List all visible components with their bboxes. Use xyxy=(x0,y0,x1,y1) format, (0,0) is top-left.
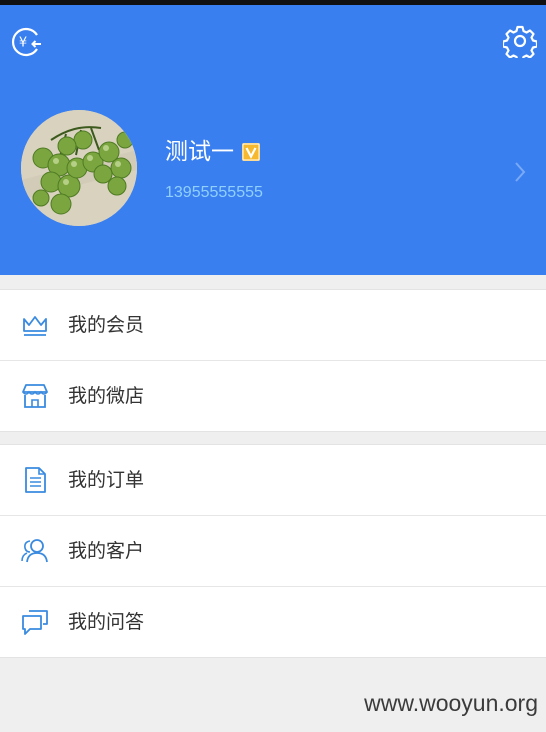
menu-group-1: 我的会员 我的微店 xyxy=(0,289,546,432)
menu-item-label: 我的会员 xyxy=(68,314,145,336)
crown-icon xyxy=(20,311,50,339)
menu-item-label: 我的客户 xyxy=(68,540,145,562)
menu-item-store[interactable]: 我的微店 xyxy=(0,360,546,431)
chevron-right-icon[interactable] xyxy=(512,159,528,185)
chat-icon xyxy=(20,608,50,636)
profile-header: ¥ 测试一 13955555555 xyxy=(0,5,546,275)
menu-item-label: 我的微店 xyxy=(68,385,145,407)
menu-item-orders[interactable]: 我的订单 xyxy=(0,445,546,515)
menu-item-customers[interactable]: 我的客户 xyxy=(0,515,546,586)
users-icon xyxy=(20,537,50,565)
user-phone: 13955555555 xyxy=(165,184,263,201)
menu-item-label: 我的订单 xyxy=(68,469,145,491)
yuan-exchange-icon[interactable]: ¥ xyxy=(10,25,44,59)
document-icon xyxy=(20,466,50,494)
menu-item-label: 我的问答 xyxy=(68,611,145,633)
vip-v-badge-icon xyxy=(242,143,260,161)
store-icon xyxy=(20,382,50,410)
menu-group-2: 我的订单 我的客户 我的问答 xyxy=(0,444,546,658)
user-name-row: 测试一 xyxy=(165,137,260,167)
avatar[interactable] xyxy=(21,110,137,226)
user-name: 测试一 xyxy=(165,139,234,165)
menu-item-qa[interactable]: 我的问答 xyxy=(0,586,546,657)
gear-icon[interactable] xyxy=(503,24,537,58)
svg-text:¥: ¥ xyxy=(19,36,27,51)
menu-item-membership[interactable]: 我的会员 xyxy=(0,290,546,360)
watermark-text: www.wooyun.org xyxy=(364,690,538,716)
